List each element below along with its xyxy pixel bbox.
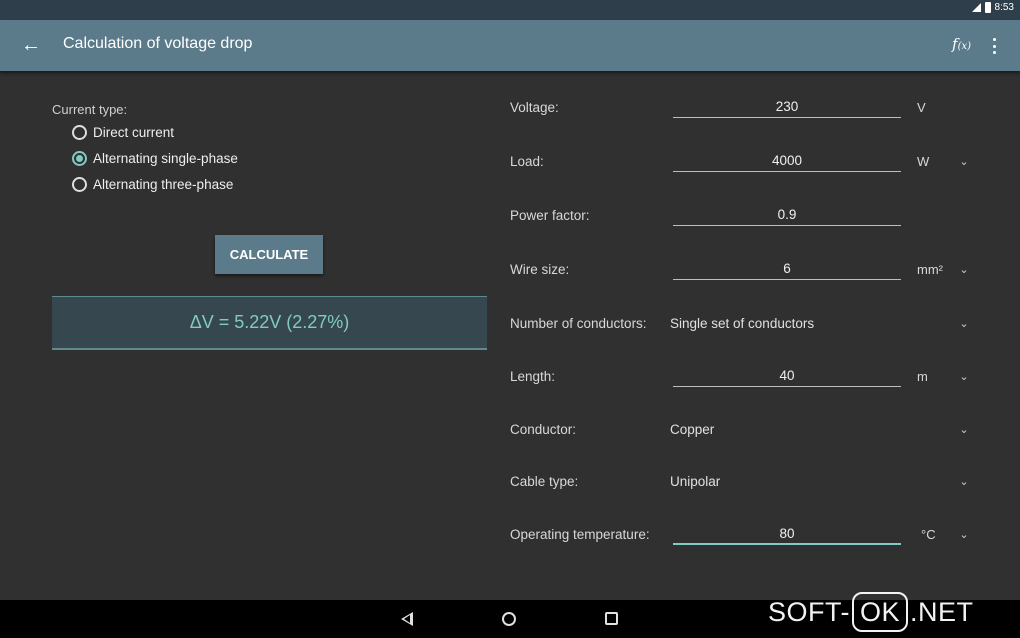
chevron-down-icon[interactable]: ⌄ [958, 314, 970, 334]
watermark-right: .NET [910, 596, 974, 627]
load-input[interactable] [673, 150, 901, 172]
conductors-label: Number of conductors: [510, 316, 647, 331]
nav-recents-icon[interactable] [605, 612, 618, 625]
status-icons: 8:53 [971, 2, 1014, 13]
load-unit[interactable]: W [917, 152, 929, 172]
app-title: Calculation of voltage drop [63, 35, 253, 52]
radio-button-icon[interactable] [72, 124, 87, 140]
current-type-label: Current type: [52, 102, 128, 117]
status-bar: 8:53 [0, 0, 1020, 20]
radio-alternating-three-phase[interactable]: Alternating three-phase [72, 175, 233, 193]
calculate-button[interactable]: CALCULATE [215, 235, 323, 274]
length-unit[interactable]: m [917, 367, 928, 387]
more-vert-icon[interactable] [986, 36, 1002, 56]
radio-label: Alternating single-phase [93, 150, 238, 166]
function-icon-sub: (x) [957, 41, 972, 52]
battery-icon [984, 2, 991, 13]
radio-label: Direct current [93, 124, 175, 140]
voltage-label: Voltage: [510, 100, 559, 115]
watermark-left: SOFT- [768, 596, 850, 627]
radio-button-checked-icon[interactable] [72, 150, 87, 166]
chevron-down-icon[interactable]: ⌄ [958, 260, 970, 280]
load-label: Load: [510, 154, 544, 169]
result-display: ΔV = 5.22V (2.27%) [52, 296, 487, 350]
nav-back-icon[interactable] [401, 612, 413, 626]
back-arrow-icon[interactable]: ← [20, 32, 42, 58]
voltage-input[interactable] [673, 96, 901, 118]
chevron-down-icon[interactable]: ⌄ [958, 367, 970, 387]
wire-size-unit[interactable]: mm² [917, 260, 943, 280]
radio-label: Alternating three-phase [93, 176, 234, 192]
chevron-down-icon[interactable]: ⌄ [958, 420, 970, 440]
function-icon[interactable]: f(x) [952, 35, 971, 53]
radio-direct-current[interactable]: Direct current [72, 123, 174, 141]
chevron-down-icon[interactable]: ⌄ [958, 472, 970, 492]
radio-alternating-single-phase[interactable]: Alternating single-phase [72, 149, 238, 167]
watermark: SOFT- OK .NET [768, 589, 974, 635]
radio-button-icon[interactable] [72, 176, 87, 192]
watermark-ok: OK [852, 592, 909, 632]
conductor-select[interactable]: Copper [670, 420, 714, 440]
operating-temperature-label: Operating temperature: [510, 527, 650, 542]
wire-size-input[interactable] [673, 258, 901, 280]
conductor-label: Conductor: [510, 422, 577, 437]
cable-type-label: Cable type: [510, 474, 579, 489]
temperature-unit[interactable]: °C [921, 525, 936, 545]
chevron-down-icon[interactable]: ⌄ [958, 525, 970, 545]
voltage-unit: V [917, 100, 926, 115]
length-label: Length: [510, 369, 556, 384]
result-text: ΔV = 5.22V (2.27%) [189, 312, 350, 332]
signal-icon [971, 3, 981, 12]
nav-home-icon[interactable] [502, 612, 516, 626]
status-time: 8:53 [994, 2, 1014, 13]
conductors-select[interactable]: Single set of conductors [670, 314, 814, 334]
wire-size-label: Wire size: [510, 262, 570, 277]
length-input[interactable] [673, 365, 901, 387]
operating-temperature-input[interactable] [673, 523, 901, 545]
power-factor-input[interactable] [673, 204, 901, 226]
cable-type-select[interactable]: Unipolar [670, 472, 720, 492]
chevron-down-icon[interactable]: ⌄ [958, 152, 970, 172]
app-bar: ← Calculation of voltage drop f(x) [0, 20, 1020, 71]
power-factor-label: Power factor: [510, 208, 590, 223]
